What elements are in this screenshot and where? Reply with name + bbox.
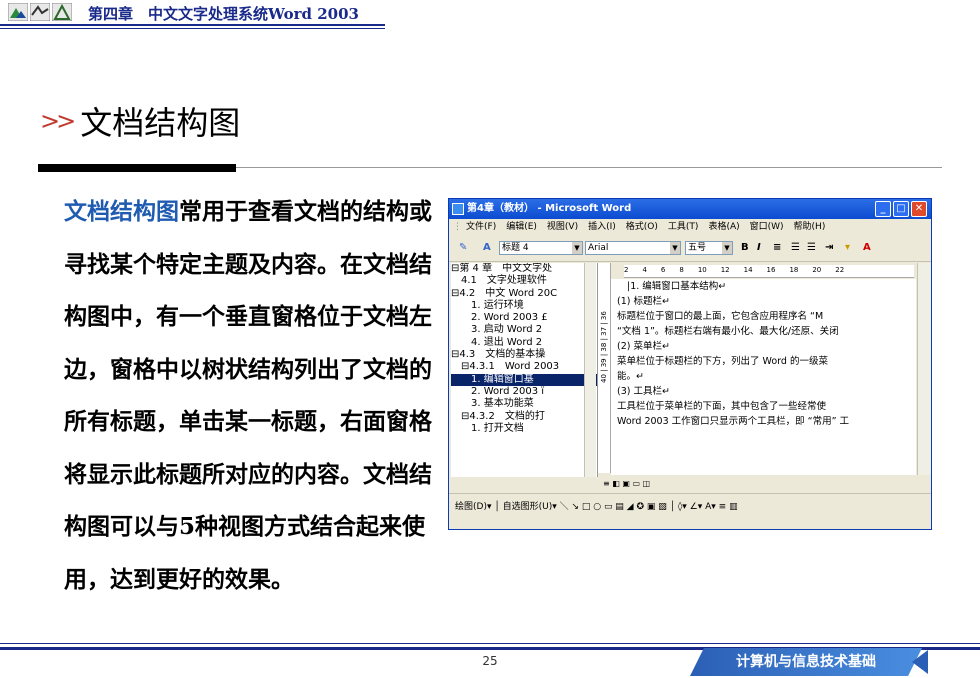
map-item[interactable]: 2. Word 2003 ï [451,386,597,398]
italic-button[interactable]: I [757,242,761,253]
doc-line: Word 2003 工作窗口只显示两个工具栏，即 “常用” 工 [617,416,850,427]
doc-line: |1. 编辑窗口基本结构↵ [627,281,727,292]
map-item[interactable]: ⊟第 4 章 中文文字处 [451,263,597,275]
bullets-icon[interactable]: ☰ [807,242,816,253]
doc-line: “文档 1”。标题栏右端有最小化、最大化/还原、关闭 [617,326,839,337]
restore-button[interactable]: □ [893,201,909,217]
slide-title-block: >> 文档结构图 [40,98,240,144]
drawing-toolbar-tools[interactable]: 绘图(D)▾ │ 自选图形(U)▾ ＼ ↘ □ ○ ▭ ▤ ◢ ✪ ▣ ▧ │ … [455,499,738,512]
map-item[interactable]: ⊟4.3 文档的基本操 [451,349,597,361]
vertical-ruler: 40 | 39 | 38 | 37 | 36 [598,263,611,473]
menu-bar: ⋮ 文件(F) 编辑(E) 视图(V) 插入(I) 格式(O) 工具(T) 表格(A) 窗口(W… [453,222,826,232]
word-app-icon [452,203,464,215]
map-item[interactable]: 3. 基本功能菜 [451,398,597,410]
brand-arrow-icon [912,650,928,674]
align-icon[interactable]: ≡ [773,242,781,253]
word-window-screenshot: 第4章（教材） - Microsoft Word _ □ ✕ ⋮ 文件(F) 编辑(… [448,198,932,530]
document-content-pane[interactable]: |1. 编辑窗口基本结构↵ (1) 标题栏↵ 标题栏位于窗口的最上面，它包含应用程序… [611,279,916,475]
map-item[interactable]: 4.1 文字处理软件 [451,275,597,287]
header-logo-icons [8,3,72,23]
map-item[interactable]: ⊟4.3.1 Word 2003 [451,361,597,373]
font-size-combo[interactable]: 五号 ▼ [685,241,733,255]
doc-line: 菜单栏位于标题栏的下方，列出了 Word 的一级菜 [617,356,828,367]
style-combo[interactable]: 标题 4 ▼ [499,241,583,255]
font-combo[interactable]: Arial ▼ [585,241,681,255]
document-scrollbar[interactable] [917,263,931,475]
window-title-bar: 第4章（教材） - Microsoft Word _ □ ✕ [449,199,931,219]
menu-insert[interactable]: 插入(I) [588,222,616,232]
slide-title: 文档结构图 [80,104,241,142]
font-color-icon[interactable]: A [863,242,871,253]
menu-edit[interactable]: 编辑(E) [506,222,537,232]
window-bottom-edge [449,515,931,529]
map-item[interactable]: 4. 退出 Word 2 [451,337,597,349]
title-chevron-icon: >> [40,107,76,135]
view-mode-icons[interactable]: ≡ ◧ ▣ ▭ ◫ [603,479,650,488]
bold-button[interactable]: B [741,242,749,253]
horizontal-ruler: 2 4 6 8 10 12 14 16 18 20 22 [624,265,914,278]
map-item[interactable]: 1. 编辑窗口基 [451,373,597,386]
styles-icon[interactable]: A [483,242,491,253]
slide-body-text: 文档结构图常用于查看文档的结构或寻找某个特定主题及内容。在文档结构图中，有一个垂… [64,186,434,606]
ruler-marks: 2 4 6 8 10 12 14 16 18 20 22 [624,266,845,274]
formatting-toolbar: ✎ A 标题 4 ▼ Arial ▼ 五号 ▼ B I ≡ ☰ ☰ ⇥ ▾ A [449,236,931,262]
page-number: 25 [482,654,498,668]
menu-file[interactable]: 文件(F) [466,222,496,232]
document-map-pane: ⊟第 4 章 中文文字处 4.1 文字处理软件 ⊟4.2 中文 Word 20C … [451,263,598,491]
doc-line: (2) 菜单栏↵ [617,341,670,352]
header-mountain-icon [8,3,28,21]
doc-line: 能。↵ [617,371,644,382]
doc-line: (1) 标题栏↵ [617,296,670,307]
map-item[interactable]: ⊟4.2 中文 Word 20C [451,288,597,300]
doc-line: 标题栏位于窗口的最上面，它包含应用程序名 “M [617,311,824,322]
doc-line: (3) 工具栏↵ [617,386,670,397]
drawing-toolbar: 绘图(D)▾ │ 自选图形(U)▾ ＼ ↘ □ ○ ▭ ▤ ◢ ✪ ▣ ▧ │ … [449,493,931,516]
map-item[interactable]: 2. Word 2003 £ [451,312,597,324]
body-highlight-term: 文档结构图 [64,198,179,225]
menu-view[interactable]: 视图(V) [547,222,578,232]
course-brand-banner: 计算机与信息技术基础 [690,648,922,676]
map-item[interactable]: ⊟4.3.2 文档的打 [451,411,597,423]
menu-window[interactable]: 窗口(W) [750,222,784,232]
doc-line: 工具栏位于菜单栏的下面，其中包含了一些经常使 [617,401,827,412]
highlight-icon[interactable]: ▾ [845,242,850,253]
header-rule [0,24,385,26]
menu-tools[interactable]: 工具(T) [668,222,699,232]
header-wave-icon [30,3,50,21]
map-item[interactable]: 1. 运行环境 [451,300,597,312]
header-rule-thin [0,28,385,29]
close-button[interactable]: ✕ [911,201,927,217]
menu-table[interactable]: 表格(A) [708,222,739,232]
body-description: 常用于查看文档的结构或寻找某个特定主题及内容。在文档结构图中，有一个垂直窗格位于… [64,198,432,593]
menu-help[interactable]: 帮助(H) [794,222,826,232]
indent-icon[interactable]: ⇥ [825,242,833,253]
map-item[interactable]: 3. 启动 Word 2 [451,324,597,336]
numbering-icon[interactable]: ☰ [791,242,800,253]
minimize-button[interactable]: _ [875,201,891,217]
map-scrollbar[interactable] [584,263,596,491]
title-underline-bar [38,164,236,172]
footer-rule-thin [0,643,980,644]
view-buttons-row: ≡ ◧ ▣ ▭ ◫ [451,477,929,491]
title-rule [236,167,942,168]
menu-format[interactable]: 格式(O) [626,222,658,232]
window-title: 第4章（教材） - Microsoft Word [467,203,632,214]
header-peak-icon [52,3,72,21]
map-item[interactable]: 1. 打开文档 [451,423,597,435]
chapter-heading: 第四章 中文文字处理系统Word 2003 [88,5,359,23]
format-painter-icon[interactable]: ✎ [459,242,467,253]
